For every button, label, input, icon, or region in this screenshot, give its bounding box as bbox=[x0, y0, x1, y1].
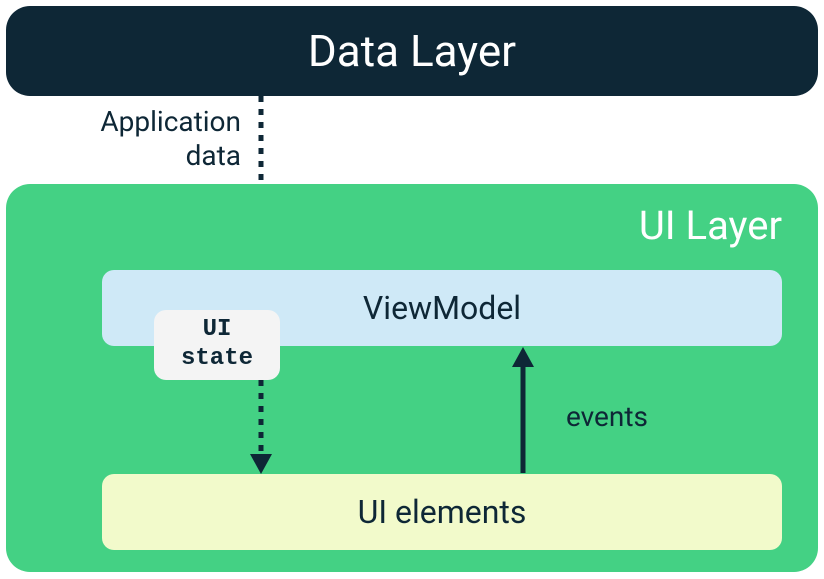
ui-state-badge: UI state bbox=[154, 310, 280, 380]
ui-elements-label: UI elements bbox=[358, 493, 527, 531]
data-layer-title: Data Layer bbox=[308, 25, 516, 77]
data-layer-box: Data Layer bbox=[6, 6, 818, 96]
application-data-label: Application data bbox=[86, 105, 241, 172]
ui-layer-title: UI Layer bbox=[639, 202, 782, 249]
arrow-down-icon bbox=[246, 380, 276, 476]
viewmodel-label: ViewModel bbox=[363, 289, 521, 327]
ui-elements-box: UI elements bbox=[102, 474, 782, 550]
ui-layer-box: UI Layer ViewModel UI state events UI el… bbox=[6, 184, 818, 572]
arrow-up-icon bbox=[508, 345, 538, 475]
ui-state-label: UI state bbox=[181, 316, 253, 374]
events-label: events bbox=[566, 400, 648, 433]
